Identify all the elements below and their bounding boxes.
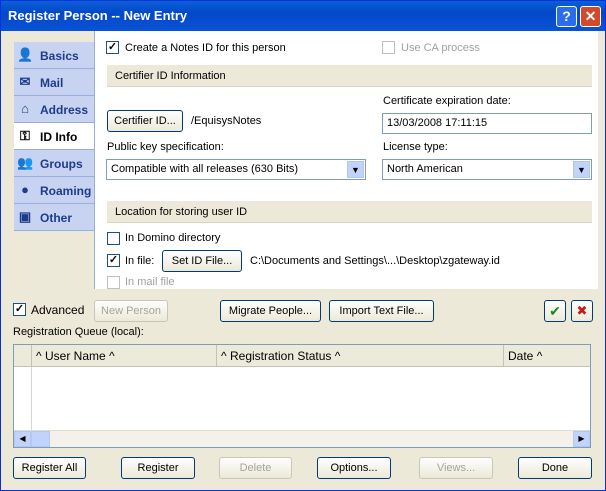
register-button[interactable]: Register bbox=[121, 457, 195, 479]
id-file-path: C:\Documents and Settings\...\Desktop\zg… bbox=[250, 255, 500, 267]
done-button[interactable]: Done bbox=[518, 457, 592, 479]
scroll-left-icon[interactable]: ◀ bbox=[14, 431, 31, 447]
in-mail-checkbox bbox=[107, 276, 120, 289]
in-domino-checkbox[interactable] bbox=[107, 232, 120, 245]
views-button[interactable]: Views... bbox=[419, 457, 493, 479]
column-header-registration-status[interactable]: ^ Registration Status ^ bbox=[217, 345, 504, 367]
advanced-checkbox[interactable]: ✓ bbox=[13, 303, 26, 316]
window-title: Register Person -- New Entry bbox=[8, 8, 188, 23]
sort-icon: ^ bbox=[221, 349, 227, 363]
cert-exp-field[interactable]: 13/03/2008 17:11:15 bbox=[382, 113, 592, 134]
tab-address[interactable]: ⌂ Address bbox=[14, 96, 94, 123]
key-icon: ⚿ bbox=[20, 128, 30, 143]
location-section-header: Location for storing user ID bbox=[107, 201, 592, 223]
person-icon: 👤 bbox=[17, 47, 34, 62]
advanced-label: Advanced bbox=[31, 303, 85, 317]
horizontal-scrollbar[interactable]: ◀ ▶ bbox=[14, 430, 590, 447]
home-icon: ⌂ bbox=[21, 101, 29, 116]
queue-label: Registration Queue (local): bbox=[13, 326, 144, 338]
certifier-section-header: Certifier ID Information bbox=[107, 65, 592, 87]
chevron-down-icon[interactable]: ▼ bbox=[573, 161, 590, 178]
tab-other[interactable]: ▣ Other bbox=[14, 204, 94, 231]
tab-basics[interactable]: 👤 Basics bbox=[14, 42, 94, 69]
create-notes-id-checkbox[interactable]: ✓ bbox=[106, 41, 119, 54]
chevron-down-icon[interactable]: ▼ bbox=[347, 161, 364, 178]
sort-icon: ^ bbox=[536, 349, 543, 363]
in-file-checkbox[interactable]: ✓ bbox=[107, 254, 120, 267]
globe-icon: ● bbox=[21, 182, 29, 197]
help-button[interactable]: ? bbox=[556, 6, 577, 27]
register-all-button[interactable]: Register All bbox=[13, 457, 86, 479]
queue-header: ^ User Name ^ ^ Registration Status ^ Da… bbox=[14, 345, 590, 367]
column-header-date[interactable]: Date ^ bbox=[504, 345, 590, 367]
in-file-label: In file: bbox=[125, 255, 155, 267]
groups-icon: 👥 bbox=[17, 155, 34, 170]
delete-button[interactable]: Delete bbox=[219, 457, 292, 479]
row-divider bbox=[31, 367, 32, 431]
options-button[interactable]: Options... bbox=[317, 457, 391, 479]
sort-icon: ^ bbox=[109, 349, 115, 363]
queue-col-blank bbox=[14, 345, 32, 367]
registration-queue-table[interactable]: ^ User Name ^ ^ Registration Status ^ Da… bbox=[13, 344, 591, 448]
new-person-button[interactable]: New Person bbox=[94, 300, 168, 322]
sort-icon: ^ bbox=[36, 349, 42, 363]
tab-id-info[interactable]: ⚿ ID Info bbox=[14, 123, 96, 150]
use-ca-label: Use CA process bbox=[401, 42, 480, 54]
sort-icon: ^ bbox=[334, 349, 341, 363]
register-person-dialog: Register Person -- New Entry ? ✕ 👤 Basic… bbox=[0, 0, 606, 491]
pubkey-label: Public key specification: bbox=[107, 141, 224, 153]
cert-exp-label: Certificate expiration date: bbox=[383, 95, 511, 107]
pubkey-select[interactable]: Compatible with all releases (630 Bits) … bbox=[106, 159, 366, 180]
import-text-file-button[interactable]: Import Text File... bbox=[329, 300, 434, 322]
in-domino-label: In Domino directory bbox=[125, 232, 221, 244]
tab-groups[interactable]: 👥 Groups bbox=[14, 150, 94, 177]
id-info-panel: ✓ Create a Notes ID for this person Use … bbox=[94, 31, 598, 289]
license-label: License type: bbox=[383, 141, 448, 153]
box-icon: ▣ bbox=[18, 209, 32, 224]
scroll-right-icon[interactable]: ▶ bbox=[573, 431, 590, 447]
close-icon[interactable]: ✖ bbox=[571, 300, 593, 322]
title-bar: Register Person -- New Entry ? ✕ bbox=[1, 1, 605, 31]
set-id-file-button[interactable]: Set ID File... bbox=[162, 250, 242, 272]
certifier-id-button[interactable]: Certifier ID... bbox=[107, 110, 183, 132]
in-mail-label: In mail file bbox=[125, 276, 175, 288]
side-tabs: 👤 Basics ✉ Mail ⌂ Address ⚿ ID Info 👥 Gr… bbox=[14, 42, 96, 231]
scroll-thumb[interactable] bbox=[31, 431, 50, 447]
tab-roaming[interactable]: ● Roaming bbox=[14, 177, 94, 204]
create-notes-id-label: Create a Notes ID for this person bbox=[125, 42, 286, 54]
mail-icon: ✉ bbox=[19, 74, 31, 89]
tab-mail[interactable]: ✉ Mail bbox=[14, 69, 94, 96]
column-header-user-name[interactable]: ^ User Name ^ bbox=[32, 345, 217, 367]
migrate-people-button[interactable]: Migrate People... bbox=[220, 300, 321, 322]
checkmark-icon[interactable]: ✔ bbox=[544, 300, 566, 322]
close-button[interactable]: ✕ bbox=[580, 6, 601, 27]
use-ca-checkbox bbox=[382, 41, 395, 54]
certifier-name: /EquisysNotes bbox=[191, 115, 262, 127]
license-select[interactable]: North American ▼ bbox=[382, 159, 592, 180]
